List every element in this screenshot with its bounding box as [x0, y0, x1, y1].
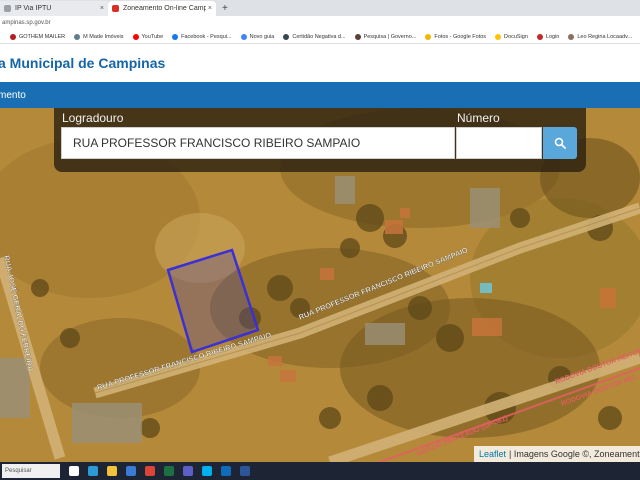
bookmark-item[interactable]: Certidão Negativa d...: [283, 33, 346, 40]
page-header: a Municipal de Campinas: [0, 44, 640, 82]
chrome-icon[interactable]: [145, 466, 155, 476]
taskbar-search-field[interactable]: Pesquisar: [2, 464, 60, 478]
bookmark-favicon-icon: [495, 33, 502, 40]
page-title: a Municipal de Campinas: [0, 55, 166, 71]
bookmark-item[interactable]: Novo guia: [240, 33, 275, 40]
bookmark-favicon-icon: [425, 33, 432, 40]
search-icon: [554, 137, 566, 149]
tab-favicon-icon: [112, 5, 119, 12]
street-label-sampaio-1: RUA PROFESSOR FRANCISCO RIBEIRO SAMPAIO: [297, 245, 469, 321]
bookmark-favicon-icon: [132, 33, 139, 40]
bookmark-label: M Made Imóveis: [83, 33, 124, 40]
street-label-sampaio-2: RUA PROFESSOR FRANCISCO RIBEIRO SAMPAIO: [96, 330, 273, 392]
excel-icon[interactable]: [164, 466, 174, 476]
leaflet-link[interactable]: Leaflet: [479, 449, 506, 459]
bookmark-label: Pesquisa | Governo...: [363, 33, 417, 40]
url-text: ampinas.sp.gov.br: [2, 20, 51, 26]
bookmark-label: GOTHEM MAILER: [19, 33, 66, 40]
bookmark-favicon-icon: [568, 33, 575, 40]
bookmark-item[interactable]: Leo Regina Locaadv...: [568, 33, 633, 40]
bookmark-item[interactable]: Login: [536, 33, 560, 40]
bookmark-favicon-icon: [536, 33, 543, 40]
bookmark-label: YouTube: [141, 33, 164, 40]
bookmark-item[interactable]: YouTube: [132, 33, 164, 40]
search-button[interactable]: [543, 127, 577, 159]
address-bar[interactable]: ampinas.sp.gov.br: [0, 16, 640, 30]
browser-tab-iptu[interactable]: IP Via IPTU ×: [0, 1, 108, 16]
skype-icon[interactable]: [202, 466, 212, 476]
bookmark-favicon-icon: [354, 33, 361, 40]
task-view-icon[interactable]: [69, 466, 79, 476]
bookmark-favicon-icon: [74, 33, 81, 40]
tab-favicon-icon: [4, 5, 11, 12]
tab-label: IP Via IPTU: [15, 5, 52, 12]
map-attribution: Leaflet | Imagens Google ©, Zoneamento: [474, 446, 640, 462]
logradouro-input[interactable]: RUA PROFESSOR FRANCISCO RIBEIRO SAMPAIO: [61, 127, 455, 159]
attribution-text: | Imagens Google ©, Zoneamento: [509, 449, 640, 459]
outlook-icon[interactable]: [221, 466, 231, 476]
bookmark-label: Fotos - Google Fotos: [434, 33, 487, 40]
bookmarks-bar: GOTHEM MAILER M Made Imóveis YouTube Facebo…: [0, 30, 640, 44]
windows-taskbar: Pesquisar: [0, 462, 640, 480]
new-tab-button[interactable]: +: [222, 1, 228, 16]
numero-label: Número: [457, 111, 500, 125]
bookmark-label: Leo Regina Locaadv...: [577, 33, 633, 40]
tab-label: Zoneamento On-line Campinas: [123, 5, 206, 12]
bookmark-label: DocuSign: [504, 33, 528, 40]
bookmark-label: Novo guia: [249, 33, 275, 40]
bookmark-item[interactable]: GOTHEM MAILER: [10, 33, 66, 40]
store-icon[interactable]: [126, 466, 136, 476]
bookmark-favicon-icon: [240, 33, 247, 40]
numero-input[interactable]: [456, 127, 542, 159]
bookmark-item[interactable]: Facebook - Pesqui...: [172, 33, 232, 40]
bookmark-item[interactable]: DocuSign: [495, 33, 528, 40]
tab-close-icon[interactable]: ×: [100, 5, 104, 12]
bookmark-label: Certidão Negativa d...: [292, 33, 346, 40]
teams-icon[interactable]: [183, 466, 193, 476]
explorer-icon[interactable]: [107, 466, 117, 476]
bookmark-item[interactable]: M Made Imóveis: [74, 33, 124, 40]
bookmark-favicon-icon: [172, 33, 179, 40]
logradouro-label: Logradouro: [62, 111, 124, 125]
street-label-jose-geraldo: RUA JOSÉ GERALDO FERREIRA: [2, 255, 35, 373]
word-icon[interactable]: [240, 466, 250, 476]
bookmark-favicon-icon: [283, 33, 290, 40]
bookmark-favicon-icon: [10, 33, 16, 40]
bookmark-item[interactable]: Fotos - Google Fotos: [425, 33, 487, 40]
browser-tab-zoneamento[interactable]: Zoneamento On-line Campinas ×: [108, 1, 216, 16]
address-search-panel: Logradouro Número RUA PROFESSOR FRANCISC…: [54, 108, 586, 172]
bookmark-label: Facebook - Pesqui...: [181, 33, 232, 40]
main-nav-bar: mento: [0, 82, 640, 108]
tab-close-icon[interactable]: ×: [208, 5, 212, 12]
browser-tab-strip: IP Via IPTU × Zoneamento On-line Campina…: [0, 0, 640, 16]
bookmark-label: Login: [545, 33, 560, 40]
nav-item-zoneamento[interactable]: mento: [0, 90, 26, 101]
edge-icon[interactable]: [88, 466, 98, 476]
bookmark-item[interactable]: Pesquisa | Governo...: [354, 33, 417, 40]
